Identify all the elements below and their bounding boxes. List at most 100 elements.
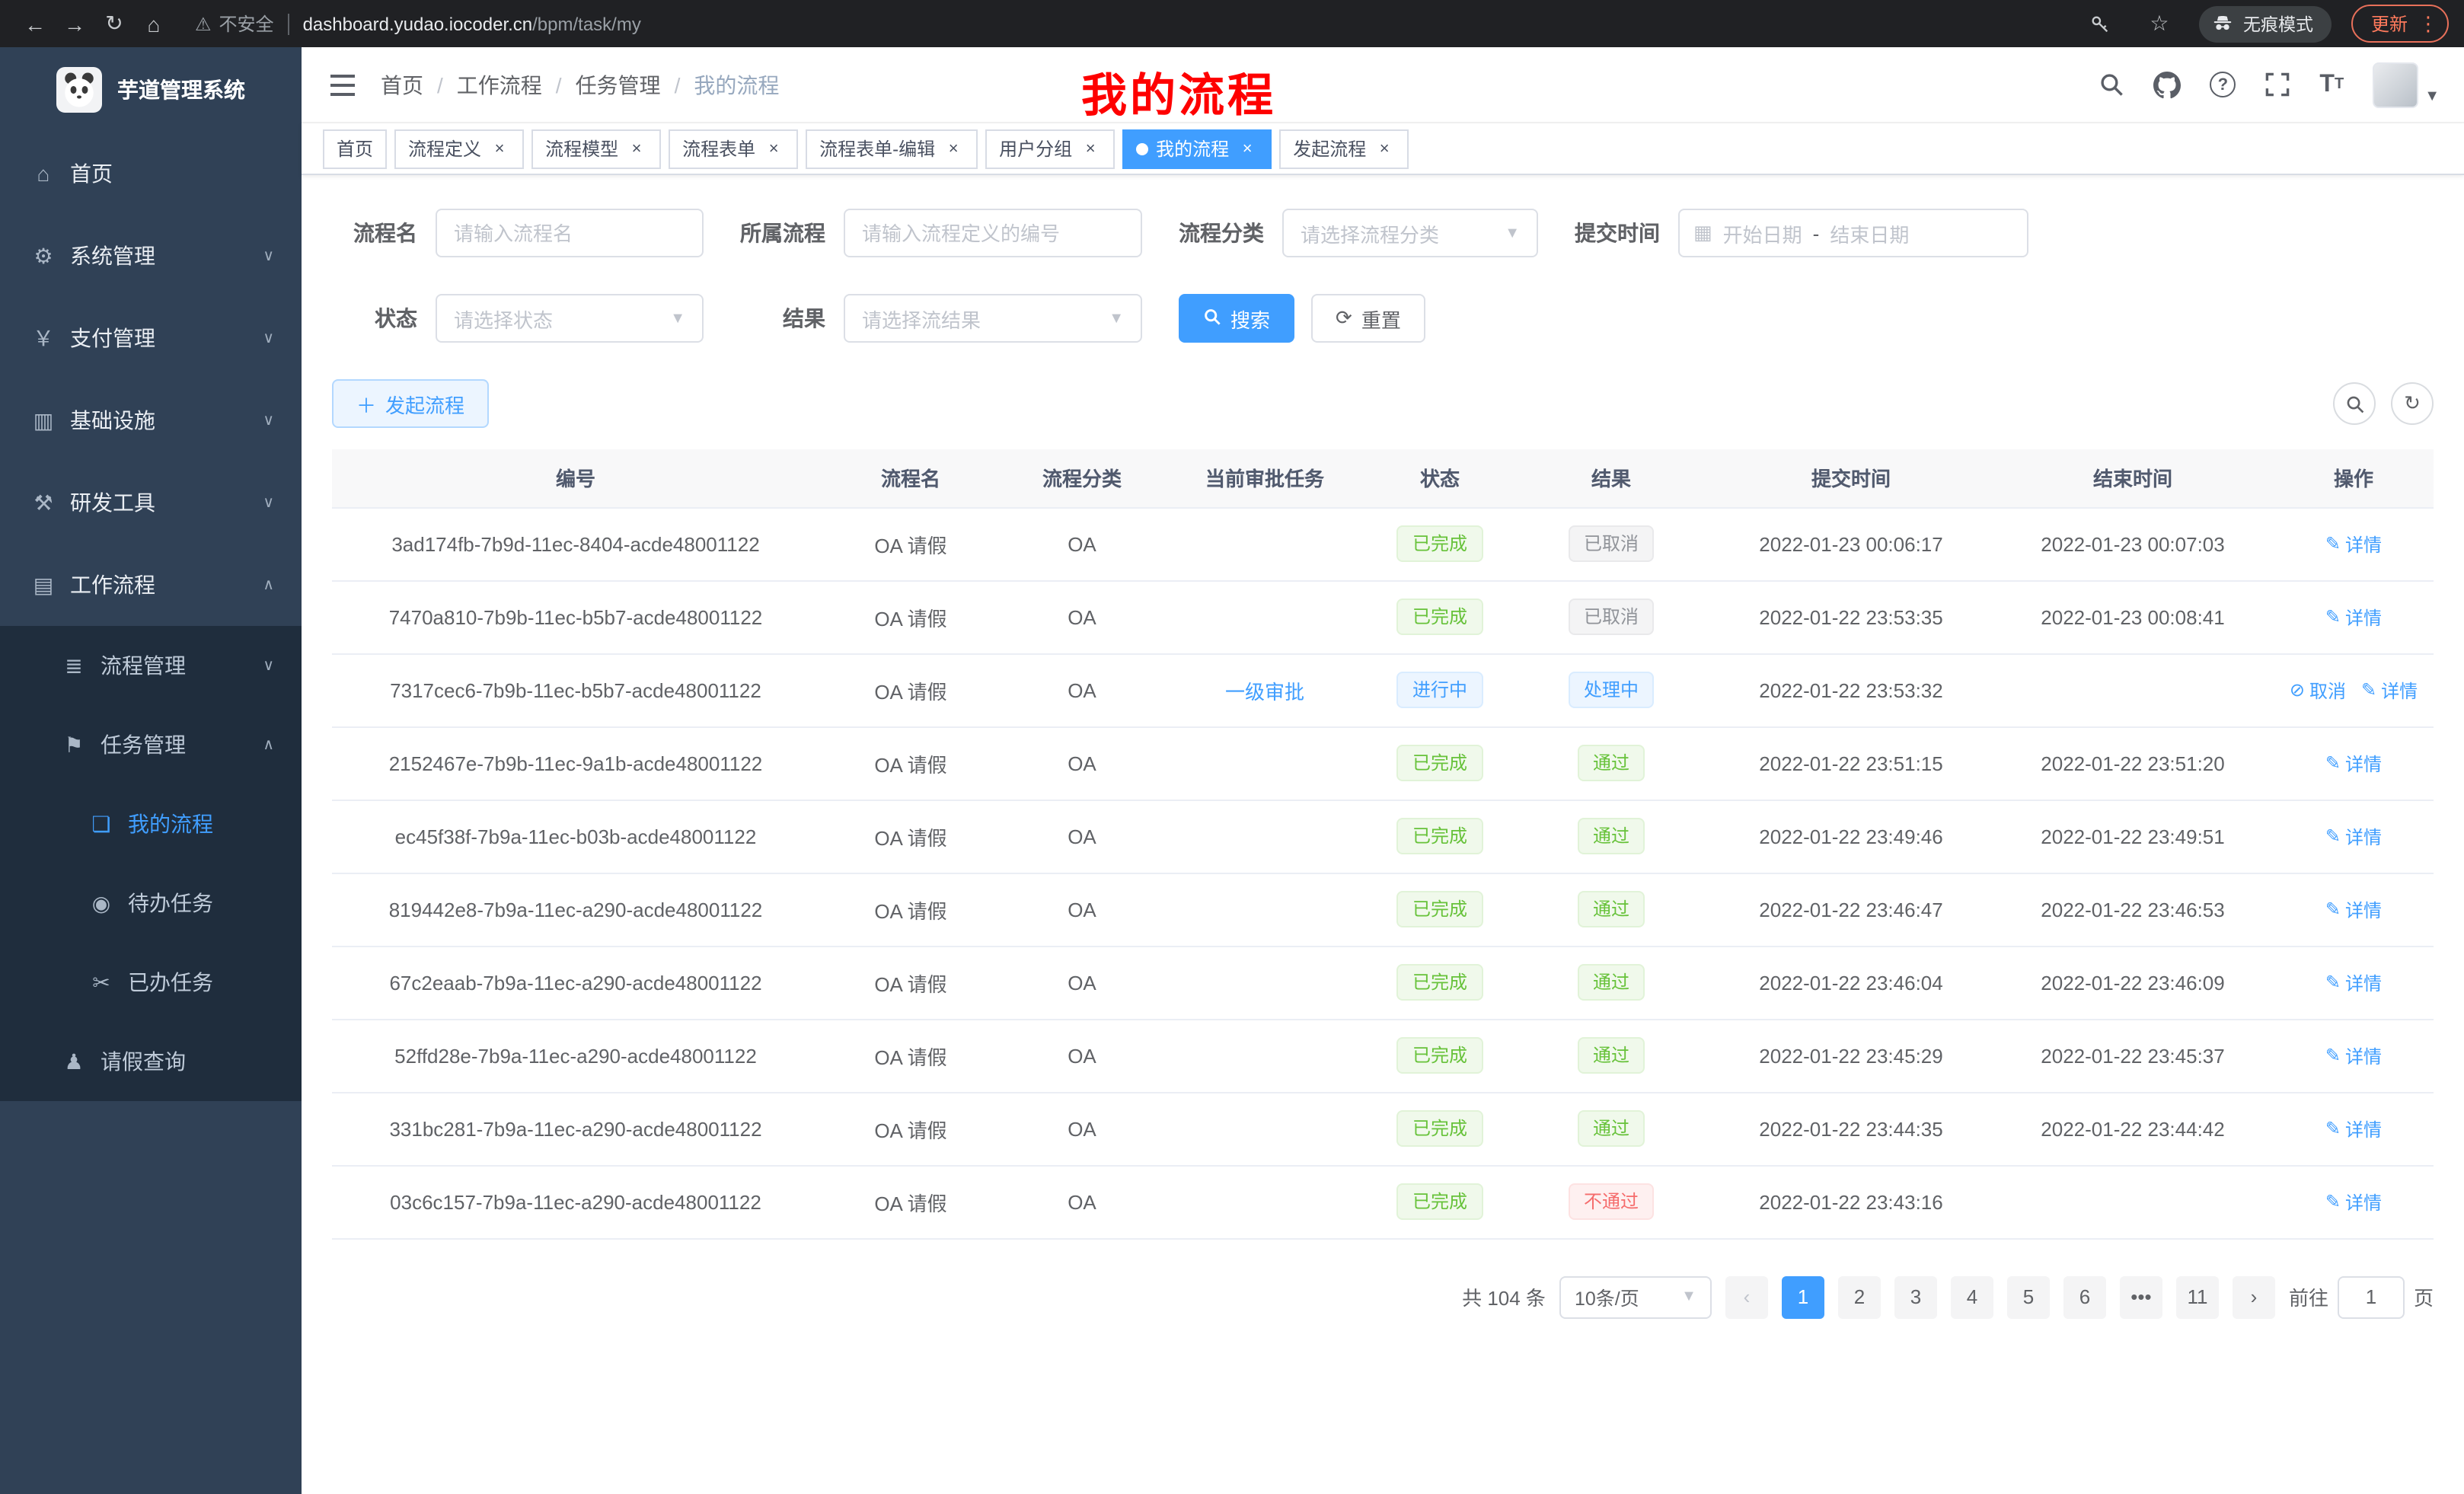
browser-back-icon[interactable]: ← <box>15 4 55 43</box>
process-def-input[interactable] <box>844 209 1142 257</box>
breadcrumb-item[interactable]: 首页 <box>381 69 423 100</box>
tab-close-icon[interactable]: × <box>626 138 647 159</box>
page-size-select[interactable]: 10条/页 ▼ <box>1559 1275 1712 1318</box>
status-select[interactable]: 请选择状态 ▼ <box>436 294 704 343</box>
tab-流程表单-编辑[interactable]: 流程表单-编辑× <box>806 129 978 168</box>
sidebar-item-my-process[interactable]: ❏我的流程 <box>0 784 302 864</box>
process-name-input[interactable] <box>436 209 704 257</box>
end-date-placeholder[interactable]: 结束日期 <box>1830 219 1909 247</box>
reset-button[interactable]: ⟳ 重置 <box>1311 294 1425 343</box>
detail-link[interactable]: ✎详情 <box>2325 531 2382 557</box>
column-header-process-name: 流程名 <box>819 449 1002 507</box>
user-menu[interactable]: ▼ <box>2373 62 2440 107</box>
gear-icon: ⚙ <box>30 243 56 269</box>
detail-link[interactable]: ✎详情 <box>2325 1042 2382 1068</box>
sidebar-item-done-tasks[interactable]: ✂已办任务 <box>0 943 302 1022</box>
submit-time-label: 提交时间 <box>1575 218 1660 248</box>
breadcrumb-item[interactable]: 工作流程 <box>457 69 542 100</box>
detail-link[interactable]: ✎详情 <box>2325 896 2382 922</box>
sidebar-item-leave-query[interactable]: ♟请假查询 <box>0 1022 302 1101</box>
start-process-button[interactable]: ＋ 发起流程 <box>332 379 489 428</box>
cell-submit-time: 2022-01-22 23:43:16 <box>1710 1165 1992 1238</box>
sidebar-item-todo-tasks[interactable]: ◉待办任务 <box>0 864 302 943</box>
page-button-3[interactable]: 3 <box>1894 1275 1937 1318</box>
browser-update-button[interactable]: 更新 ⋮ <box>2351 5 2449 43</box>
result-select[interactable]: 请选择流结果 ▼ <box>844 294 1142 343</box>
sidebar-toggle-icon[interactable] <box>326 68 359 101</box>
goto-page-input[interactable] <box>2338 1275 2405 1318</box>
header-search-icon[interactable] <box>2099 72 2124 97</box>
user-avatar[interactable] <box>2373 62 2418 107</box>
detail-link[interactable]: ✎详情 <box>2325 1116 2382 1141</box>
password-key-icon[interactable] <box>2080 4 2120 43</box>
detail-link[interactable]: ✎详情 <box>2325 750 2382 776</box>
show-search-icon-button[interactable] <box>2333 382 2376 425</box>
cell-result: 通过 <box>1512 726 1710 800</box>
current-task-link[interactable]: 一级审批 <box>1225 680 1304 703</box>
tab-发起流程[interactable]: 发起流程× <box>1279 129 1409 168</box>
fullscreen-icon[interactable] <box>2265 72 2290 97</box>
tab-首页[interactable]: 首页 <box>323 129 387 168</box>
page-button-4[interactable]: 4 <box>1951 1275 1993 1318</box>
tab-流程表单[interactable]: 流程表单× <box>669 129 798 168</box>
detail-link[interactable]: ✎详情 <box>2325 1189 2382 1215</box>
home-icon: ⌂ <box>30 161 56 186</box>
github-icon[interactable] <box>2153 71 2181 98</box>
start-date-placeholder[interactable]: 开始日期 <box>1723 219 1802 247</box>
browser-refresh-icon[interactable]: ↻ <box>94 4 134 43</box>
tab-用户分组[interactable]: 用户分组× <box>985 129 1115 168</box>
page-button-6[interactable]: 6 <box>2063 1275 2106 1318</box>
submenu-workflow: ≣流程管理∨⚑任务管理∧❏我的流程◉待办任务✂已办任务♟请假查询 <box>0 626 302 1101</box>
tab-我的流程[interactable]: 我的流程× <box>1122 129 1272 168</box>
sidebar-item-payment-management[interactable]: ￥支付管理∨ <box>0 297 302 379</box>
category-select[interactable]: 请选择流程分类 ▼ <box>1282 209 1538 257</box>
prev-page-button[interactable]: ‹ <box>1725 1275 1768 1318</box>
result-badge: 通过 <box>1578 964 1645 1001</box>
refresh-table-button[interactable]: ↻ <box>2391 382 2434 425</box>
tab-close-icon[interactable]: × <box>489 138 510 159</box>
browser-home-icon[interactable]: ⌂ <box>134 4 174 43</box>
sidebar-item-task-management[interactable]: ⚑任务管理∧ <box>0 705 302 784</box>
tab-close-icon[interactable]: × <box>763 138 784 159</box>
tab-流程定义[interactable]: 流程定义× <box>394 129 524 168</box>
help-icon[interactable]: ? <box>2210 72 2236 97</box>
font-size-icon[interactable]: TT <box>2319 72 2344 97</box>
tab-close-icon[interactable]: × <box>1080 138 1101 159</box>
sidebar-item-dev-tools[interactable]: ⚒研发工具∨ <box>0 461 302 544</box>
page-button-2[interactable]: 2 <box>1838 1275 1881 1318</box>
sidebar-item-system-management[interactable]: ⚙系统管理∨ <box>0 215 302 297</box>
browser-menu-icon[interactable]: ⋮ <box>2418 11 2438 36</box>
page-button-11[interactable]: 11 <box>2176 1275 2219 1318</box>
cancel-link[interactable]: ⊘取消 <box>2290 677 2346 703</box>
browser-forward-icon[interactable]: → <box>55 4 94 43</box>
page-button-1[interactable]: 1 <box>1782 1275 1824 1318</box>
search-button[interactable]: 搜索 <box>1179 294 1294 343</box>
site-security-warning[interactable]: ⚠ 不安全 <box>195 11 274 37</box>
detail-link[interactable]: ✎详情 <box>2361 677 2418 703</box>
address-bar[interactable]: ⚠ 不安全 dashboard.yudao.iocoder.cn/bpm/tas… <box>195 11 2080 37</box>
sidebar-item-label: 基础设施 <box>70 405 155 436</box>
tab-close-icon[interactable]: × <box>1237 138 1258 159</box>
incognito-badge[interactable]: 无痕模式 <box>2199 5 2332 42</box>
breadcrumb-separator: / <box>556 72 562 97</box>
sidebar-item-home[interactable]: ⌂首页 <box>0 132 302 215</box>
submit-time-range-picker[interactable]: ▦ 开始日期 - 结束日期 <box>1678 209 2028 257</box>
detail-link[interactable]: ✎详情 <box>2325 969 2382 995</box>
pager-ellipsis[interactable]: ••• <box>2120 1275 2162 1318</box>
next-page-button[interactable]: › <box>2233 1275 2275 1318</box>
app-logo[interactable]: 芋道管理系统 <box>0 47 302 132</box>
cell-category: OA <box>1002 507 1162 580</box>
sidebar-item-process-management[interactable]: ≣流程管理∨ <box>0 626 302 705</box>
detail-link[interactable]: ✎详情 <box>2325 823 2382 849</box>
sidebar-item-workflow[interactable]: ▤工作流程∧ <box>0 544 302 626</box>
page-button-5[interactable]: 5 <box>2007 1275 2050 1318</box>
tab-close-icon[interactable]: × <box>1374 138 1395 159</box>
sidebar-item-infrastructure[interactable]: ▥基础设施∨ <box>0 379 302 461</box>
detail-link[interactable]: ✎详情 <box>2325 604 2382 630</box>
pagination: 共 104 条 10条/页 ▼ ‹ 123456•••11 › 前往 页 <box>332 1275 2434 1318</box>
tab-close-icon[interactable]: × <box>943 138 964 159</box>
result-badge: 处理中 <box>1569 672 1654 708</box>
breadcrumb-item[interactable]: 任务管理 <box>576 69 661 100</box>
tab-流程模型[interactable]: 流程模型× <box>531 129 661 168</box>
bookmark-star-icon[interactable]: ☆ <box>2140 4 2179 43</box>
